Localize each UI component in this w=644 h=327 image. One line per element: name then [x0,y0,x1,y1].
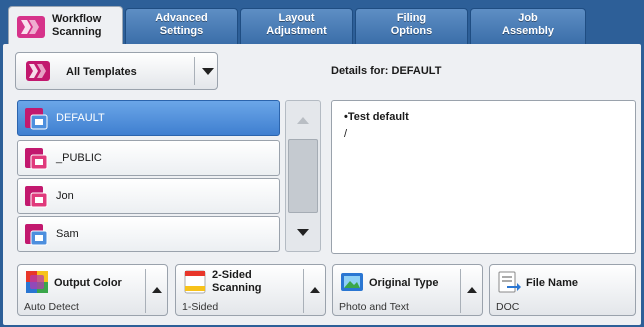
tab-label-line2: Adjustment [266,25,327,37]
button-divider [460,269,461,313]
tab-filing-options[interactable]: Filing Options [355,8,468,44]
all-templates-icon [26,61,50,81]
template-item-jon[interactable]: Jon [17,178,280,214]
template-item-default[interactable]: DEFAULT [17,100,280,136]
chevron-up-icon[interactable] [149,279,165,301]
template-icon [25,108,48,130]
two-sided-title-line2: Scanning [212,282,262,294]
template-icon [25,224,48,246]
original-type-value: Photo and Text [339,301,409,313]
two-sided-scanning-button[interactable]: 2-Sided Scanning 1-Sided [175,264,326,316]
tab-label-line1: Advanced [155,12,208,24]
workflow-scan-icon [17,16,45,38]
template-filter-label: All Templates [66,66,137,78]
template-name: _PUBLIC [56,152,102,164]
chevron-up-icon[interactable] [307,279,323,301]
original-type-icon [341,273,363,291]
tab-workflow-scanning[interactable]: Workflow Scanning [8,6,123,46]
two-sided-icon [184,270,206,294]
details-line: / [344,128,348,140]
tab-advanced-settings[interactable]: Advanced Settings [125,8,238,44]
dropdown-divider [194,57,195,85]
tab-job-assembly[interactable]: Job Assembly [470,8,586,44]
output-color-button[interactable]: Output Color Auto Detect [17,264,168,316]
tab-label-line2: Settings [159,25,204,37]
details-header: Details for: DEFAULT [331,65,442,77]
tab-label-line1: Workflow [52,13,102,25]
chevron-up-icon[interactable] [464,279,480,301]
tab-layout-adjustment[interactable]: Layout Adjustment [240,8,353,44]
template-list-scrollbar[interactable] [285,100,321,252]
template-name: Jon [56,190,74,202]
tab-label-line2: Scanning [52,26,102,38]
template-item-sam[interactable]: Sam [17,216,280,252]
scroll-thumb[interactable] [288,139,318,213]
file-name-title: File Name [526,277,578,289]
template-icon [25,148,48,170]
tab-label-line2: Assembly [502,25,554,37]
template-name: Sam [56,228,79,240]
button-divider [145,269,146,313]
output-color-title: Output Color [54,277,122,289]
template-filter-dropdown[interactable]: All Templates [15,52,218,90]
button-divider [303,269,304,313]
tab-label-line1: Filing [396,12,427,24]
chevron-down-icon [202,68,214,75]
scroll-up-button[interactable] [288,104,318,136]
output-color-value: Auto Detect [24,301,79,313]
details-line: •Test default [344,111,409,123]
file-name-button[interactable]: File Name DOC [489,264,636,316]
file-name-icon [498,271,521,293]
tab-label-line1: Layout [278,12,315,24]
scroll-down-button[interactable] [288,216,318,248]
tab-label-line2: Options [390,25,433,37]
template-name: DEFAULT [56,112,105,124]
template-icon [25,186,48,208]
output-color-icon [26,271,48,293]
details-box: •Test default / [331,100,636,254]
original-type-title: Original Type [369,277,439,289]
two-sided-title-line1: 2-Sided [212,269,252,281]
tab-label-line1: Job [518,12,538,24]
original-type-button[interactable]: Original Type Photo and Text [332,264,483,316]
template-item-public[interactable]: _PUBLIC [17,140,280,176]
two-sided-value: 1-Sided [182,301,219,313]
tab-bar: Workflow Scanning Advanced Settings Layo… [0,0,644,46]
file-name-value: DOC [496,301,520,313]
